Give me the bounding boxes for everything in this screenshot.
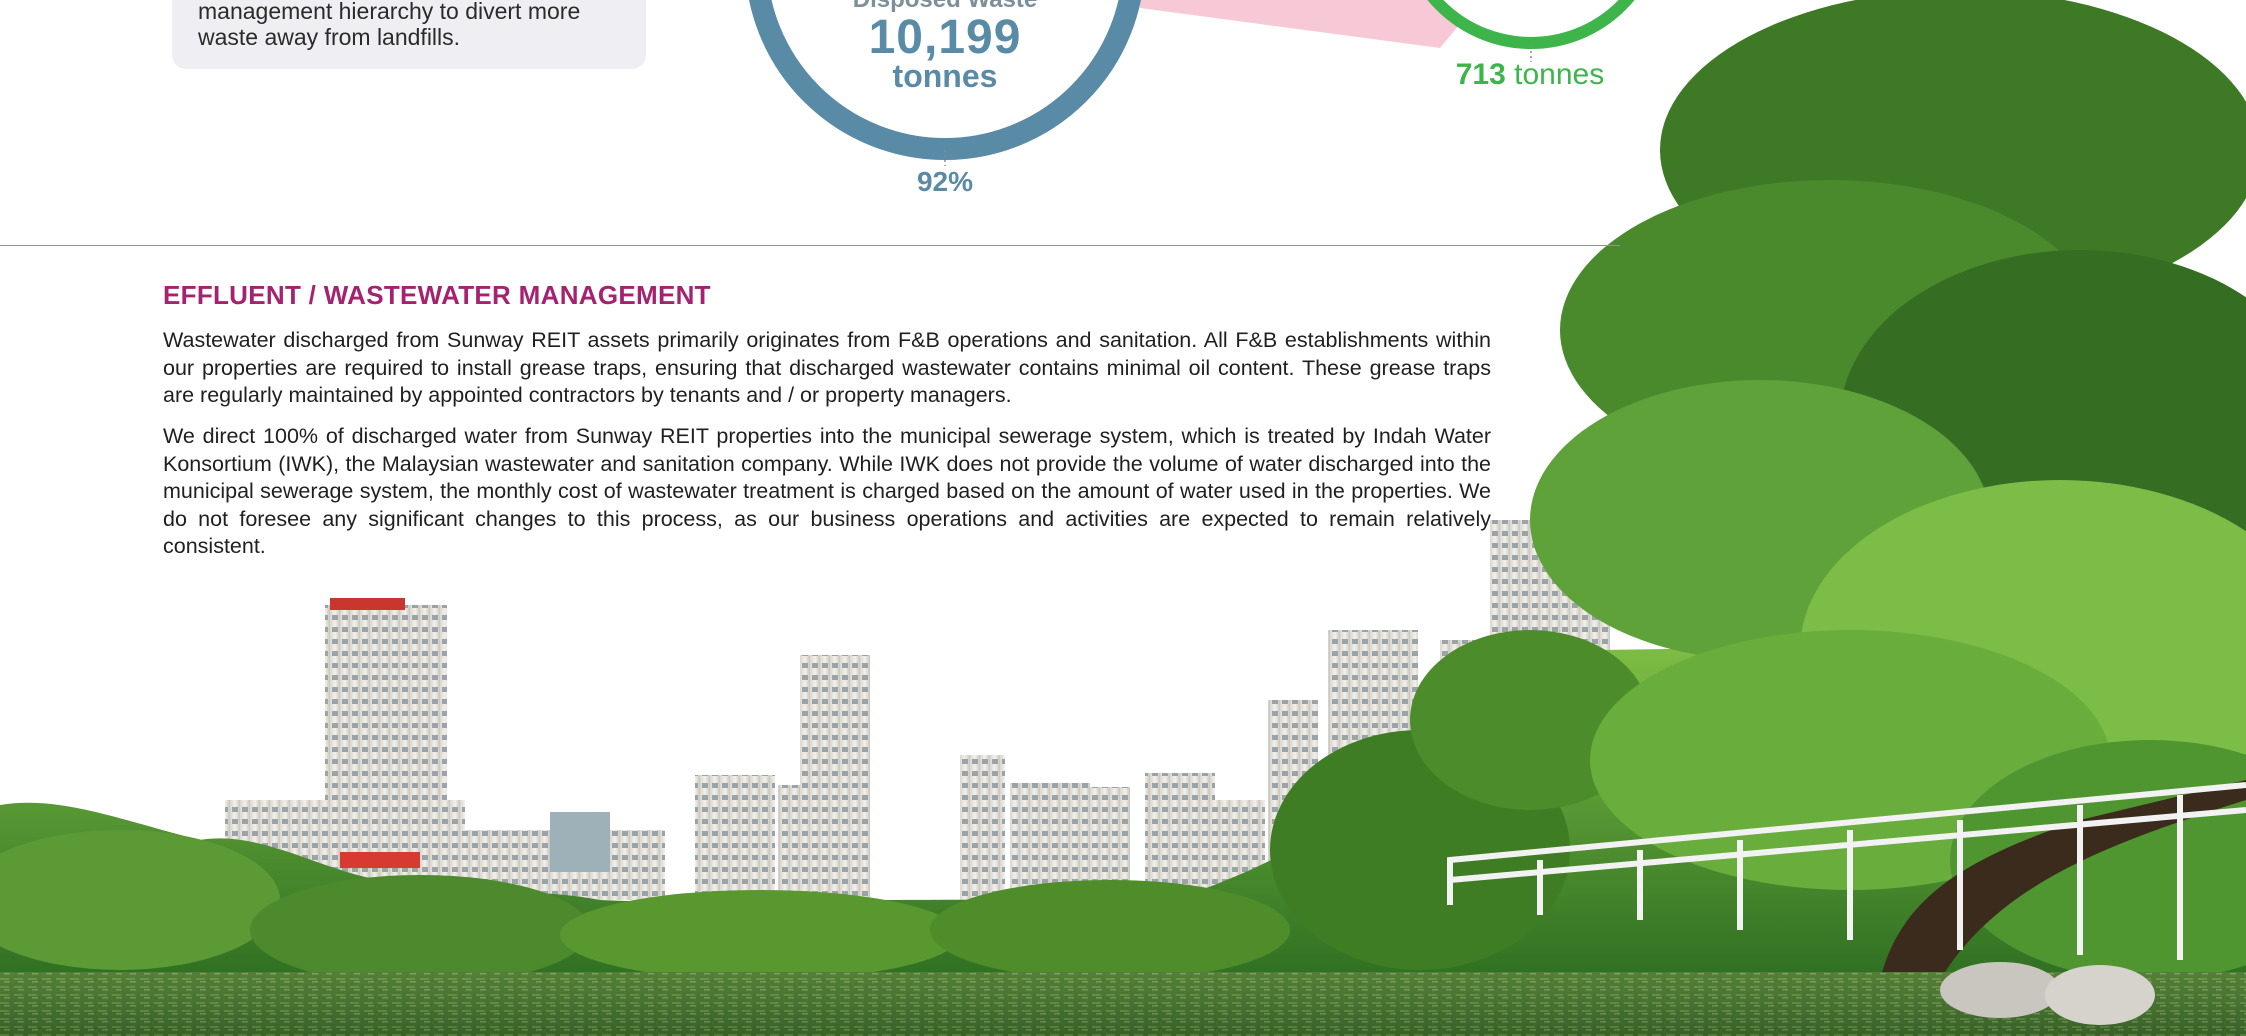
disposed-waste-value: 10,199 [868,11,1022,64]
section-divider [0,245,1620,246]
section-title: EFFLUENT / WASTEWATER MANAGEMENT [163,280,711,310]
body-paragraph-2: We direct 100% of discharged water from … [163,424,1491,558]
disposed-waste-unit: tonnes [892,58,998,94]
disposed-waste-percent: 92% [916,166,974,197]
connector-band [1140,0,1480,48]
report-page: management hierarchy to divert more wast… [0,0,2246,1036]
diverted-waste-unit: tonnes [1514,58,1605,91]
diverted-waste-value: 713 tonnes [1400,58,1660,92]
diverted-waste-number: 713 [1455,58,1506,91]
body-paragraph-1: Wastewater discharged from Sunway REIT a… [163,328,1491,407]
tower-cluster-middle [695,655,1265,905]
